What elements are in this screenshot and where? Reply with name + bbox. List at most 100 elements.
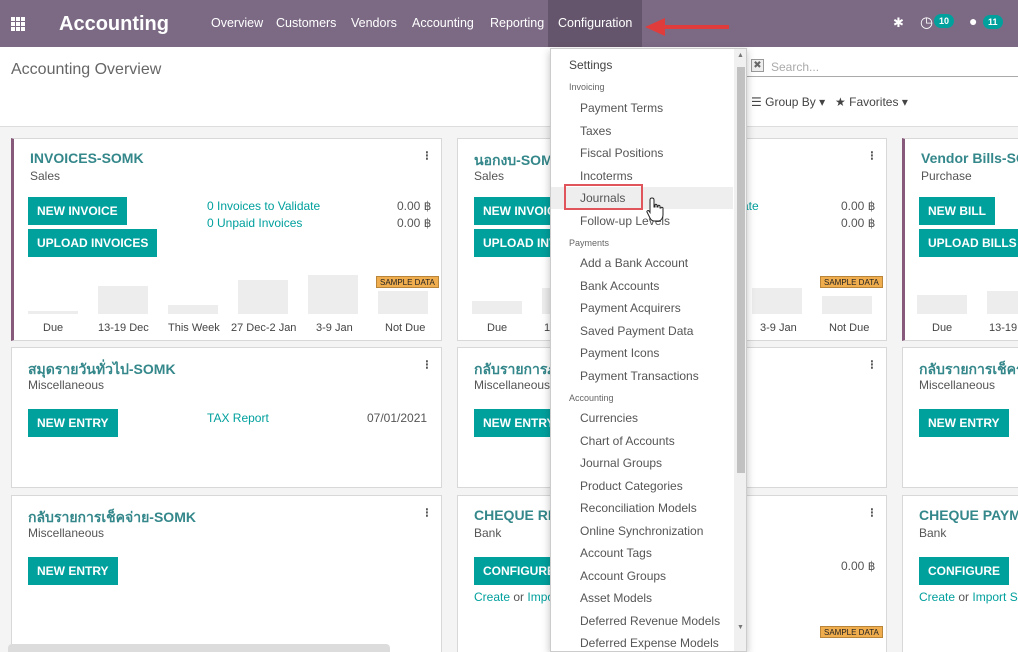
menu-customers[interactable]: Customers <box>276 0 336 47</box>
import-link[interactable]: Import S <box>972 590 1017 604</box>
section-header-payments: Payments <box>569 238 610 248</box>
menu-configuration[interactable]: Configuration <box>548 0 643 47</box>
menu-item-add-bank-account[interactable]: Add a Bank Account <box>580 256 688 270</box>
journal-card-vendor-bills: Vendor Bills-SO Purchase NEW BILL UPLOAD… <box>902 138 1018 341</box>
chart-bar <box>168 305 218 314</box>
menu-item-product-categories[interactable]: Product Categories <box>580 479 683 493</box>
menu-item-asset-models[interactable]: Asset Models <box>580 591 652 605</box>
menu-item-reconciliation-models[interactable]: Reconciliation Models <box>580 501 697 515</box>
sample-data-badge: SAMPLE DATA <box>820 626 883 638</box>
menu-item-payment-icons[interactable]: Payment Icons <box>580 346 659 360</box>
star-icon: ★ <box>835 95 846 109</box>
journal-title[interactable]: CHEQUE PAYM <box>919 507 1018 523</box>
sample-data-badge: SAMPLE DATA <box>820 276 883 288</box>
amount: 0.00 ฿ <box>841 199 876 213</box>
caret-down-icon: ▾ <box>819 95 826 109</box>
chart-x-label: 3-9 Jan <box>316 322 353 334</box>
messages-chat-icon[interactable]: ● <box>969 13 977 29</box>
journal-card-reverse-cheque-pay: กลับรายการเช็คจ่าย-SOMK Miscellaneous ⁝ … <box>11 495 442 652</box>
upload-invoices-button[interactable]: UPLOAD INVOICES <box>28 229 158 257</box>
menu-item-payment-terms[interactable]: Payment Terms <box>580 101 663 115</box>
or-text: or <box>955 590 973 604</box>
new-bill-button[interactable]: NEW BILL <box>919 197 995 225</box>
menu-item-fiscal-positions[interactable]: Fiscal Positions <box>580 146 663 160</box>
menu-item-bank-accounts[interactable]: Bank Accounts <box>580 279 659 293</box>
upload-bills-button[interactable]: UPLOAD BILLS <box>919 229 1018 257</box>
kebab-menu-icon[interactable]: ⁝ <box>870 505 874 521</box>
journal-type: Miscellaneous <box>28 526 105 540</box>
menu-accounting[interactable]: Accounting <box>412 0 474 47</box>
chart-x-label: Not Due <box>385 322 426 334</box>
menu-item-payment-acquirers[interactable]: Payment Acquirers <box>580 301 681 315</box>
menu-item-account-groups[interactable]: Account Groups <box>580 569 666 583</box>
journal-title[interactable]: Vendor Bills-SO <box>921 150 1018 166</box>
scroll-up-icon[interactable]: ▲ <box>737 52 744 59</box>
create-or-import-row: Create or Impo <box>474 590 554 604</box>
menu-item-account-tags[interactable]: Account Tags <box>580 546 652 560</box>
menu-item-incoterms[interactable]: Incoterms <box>580 169 633 183</box>
journal-type: Purchase <box>921 169 972 183</box>
section-header-accounting: Accounting <box>569 393 614 403</box>
menu-item-journal-groups[interactable]: Journal Groups <box>580 456 662 470</box>
chart-bar <box>917 295 967 314</box>
chart-bar <box>987 291 1018 314</box>
app-title[interactable]: Accounting <box>59 13 169 36</box>
invoices-to-validate-link[interactable]: 0 Invoices to Validate <box>207 199 320 213</box>
clear-facet-icon[interactable]: ✖ <box>751 59 764 72</box>
menu-item-payment-transactions[interactable]: Payment Transactions <box>580 369 699 383</box>
unpaid-invoices-link[interactable]: 0 Unpaid Invoices <box>207 216 302 230</box>
sample-data-badge: SAMPLE DATA <box>376 276 439 288</box>
journal-type: Miscellaneous <box>28 378 105 392</box>
favorites-button[interactable]: ★ Favorites ▾ <box>835 95 908 109</box>
create-link[interactable]: Create <box>474 590 510 604</box>
create-link[interactable]: Create <box>919 590 955 604</box>
journal-card-cheque-payment: CHEQUE PAYM Bank CONFIGURE Create or Imp… <box>902 495 1018 652</box>
scroll-down-icon[interactable]: ▼ <box>737 624 744 631</box>
journal-card-invoices: INVOICES-SOMK Sales ⁝ NEW INVOICE UPLOAD… <box>11 138 442 341</box>
journal-title[interactable]: INVOICES-SOMK <box>30 150 144 166</box>
menu-reporting[interactable]: Reporting <box>490 0 544 47</box>
kebab-menu-icon[interactable]: ⁝ <box>870 357 874 373</box>
journal-title[interactable]: CHEQUE RE <box>474 507 557 523</box>
menu-item-deferred-expense-models[interactable]: Deferred Expense Models <box>580 636 719 650</box>
chart-x-label: Due <box>932 322 953 334</box>
journal-type: Bank <box>474 526 502 540</box>
debug-bug-icon[interactable]: ✱ <box>893 15 904 31</box>
chart-x-label: 3-9 Jan <box>760 322 797 334</box>
new-entry-button[interactable]: NEW ENTRY <box>28 557 118 585</box>
menu-item-settings[interactable]: Settings <box>569 58 612 72</box>
apps-menu-icon[interactable] <box>11 17 25 31</box>
new-entry-button[interactable]: NEW ENTRY <box>28 409 118 437</box>
search-input[interactable]: ✖ Search... <box>747 57 1018 77</box>
new-entry-button[interactable]: NEW ENTRY <box>919 409 1009 437</box>
scrollbar-thumb[interactable] <box>737 67 745 473</box>
activity-count-badge: 10 <box>934 14 955 28</box>
menu-item-taxes[interactable]: Taxes <box>580 124 611 138</box>
menu-item-saved-payment-data[interactable]: Saved Payment Data <box>580 324 693 338</box>
activity-clock-icon[interactable]: ◷ <box>920 13 933 31</box>
chart-x-label: Not Due <box>829 322 870 334</box>
new-invoice-button[interactable]: NEW INVOICE <box>28 197 127 225</box>
menu-item-online-synchronization[interactable]: Online Synchronization <box>580 524 703 538</box>
configure-button[interactable]: CONFIGURE <box>919 557 1009 585</box>
menu-item-deferred-revenue-models[interactable]: Deferred Revenue Models <box>580 614 720 628</box>
search-placeholder: Search... <box>771 60 820 74</box>
top-navbar: Accounting Overview Customers Vendors Ac… <box>0 0 1018 47</box>
control-panel: Accounting Overview ✖ Search... ☰ Group … <box>0 47 1018 127</box>
kebab-menu-icon[interactable]: ⁝ <box>870 148 874 164</box>
tax-report-link[interactable]: TAX Report <box>207 411 269 425</box>
menu-vendors[interactable]: Vendors <box>351 0 397 47</box>
configuration-dropdown: Settings Invoicing Payment Terms Taxes F… <box>550 48 747 652</box>
kebab-menu-icon[interactable]: ⁝ <box>425 505 429 521</box>
amount: 0.00 ฿ <box>841 216 876 230</box>
chart-x-label: 27 Dec-2 Jan <box>231 322 297 334</box>
chart-bar <box>378 291 428 314</box>
menu-item-chart-of-accounts[interactable]: Chart of Accounts <box>580 434 675 448</box>
chart-x-label: Due <box>487 322 508 334</box>
kebab-menu-icon[interactable]: ⁝ <box>425 357 429 373</box>
dropdown-scrollbar[interactable]: ▲ ▼ <box>734 49 746 651</box>
kebab-menu-icon[interactable]: ⁝ <box>425 148 429 164</box>
menu-item-currencies[interactable]: Currencies <box>580 411 638 425</box>
group-by-button[interactable]: ☰ Group By ▾ <box>751 95 825 109</box>
menu-overview[interactable]: Overview <box>211 0 263 47</box>
